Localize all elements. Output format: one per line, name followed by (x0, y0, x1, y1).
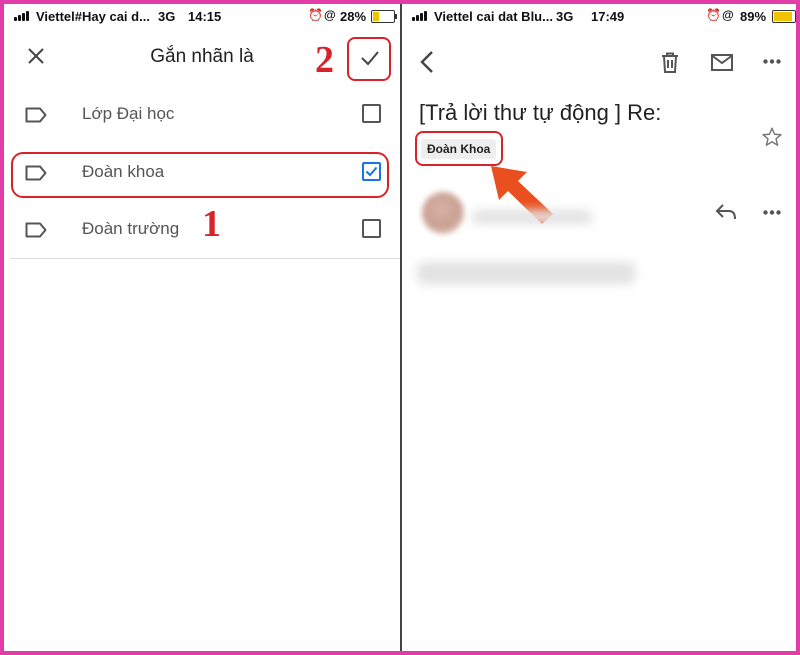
signal-icon (412, 10, 430, 21)
email-body-blurred (417, 262, 635, 284)
label-name: Đoàn khoa (82, 162, 165, 181)
star-icon[interactable] (761, 126, 783, 148)
tag-icon (25, 165, 47, 181)
tag-icon (25, 222, 47, 238)
checkbox-icon[interactable] (362, 104, 381, 123)
signal-icon (14, 10, 32, 21)
dialog-header: Gắn nhãn là 2 (4, 28, 400, 86)
clock: 14:15 (188, 9, 222, 24)
step-number-2: 2 (315, 39, 334, 81)
battery-fill (373, 12, 379, 21)
email-toolbar (402, 28, 796, 88)
alarm-icon: ⏰ (308, 8, 323, 22)
clock: 17:49 (591, 9, 625, 24)
checkbox-icon[interactable] (362, 162, 381, 181)
orientation-lock-icon: @ (722, 8, 734, 22)
label-picker-screen: Viettel#Hay cai d... 3G 14:15 ⏰ @ 28% Gắ… (4, 4, 400, 651)
avatar[interactable] (422, 192, 464, 234)
tutorial-frame: Viettel#Hay cai d... 3G 14:15 ⏰ @ 28% Gắ… (0, 0, 800, 655)
trash-icon[interactable] (661, 52, 679, 73)
email-view-screen: Viettel cai dat Blu... 3G 17:49 ⏰ @ 89% … (402, 4, 796, 651)
mail-icon[interactable] (711, 54, 733, 71)
tag-icon (25, 107, 47, 123)
carrier-name: Viettel#Hay cai d... (36, 9, 150, 24)
reply-icon[interactable] (715, 203, 737, 221)
back-icon[interactable] (420, 50, 434, 74)
label-row-doan-khoa[interactable]: Đoàn khoa (4, 145, 400, 201)
network-type: 3G (556, 9, 574, 24)
check-icon[interactable] (360, 49, 380, 67)
checkbox-icon[interactable] (362, 219, 381, 238)
network-type: 3G (158, 9, 176, 24)
status-bar: Viettel#Hay cai d... 3G 14:15 ⏰ @ 28% (4, 4, 400, 28)
alarm-icon: ⏰ (706, 8, 721, 22)
carrier-name: Viettel cai dat Blu... (434, 9, 553, 24)
label-row-lop-dai-hoc[interactable]: Lớp Đại học (4, 87, 400, 143)
label-row-doan-truong[interactable]: Đoàn trường (4, 202, 400, 258)
label-name: Đoàn trường (82, 219, 180, 238)
battery-percent: 28% (340, 9, 367, 24)
more-icon[interactable] (763, 210, 781, 215)
more-icon[interactable] (763, 59, 781, 64)
battery-icon (772, 10, 796, 23)
sender-name-blurred (472, 210, 592, 224)
orientation-lock-icon: @ (324, 8, 336, 22)
label-name: Lớp Đại học (82, 104, 175, 123)
battery-percent: 89% (740, 9, 767, 24)
battery-fill (774, 12, 792, 21)
label-chip[interactable]: Đoàn Khoa (421, 139, 497, 159)
battery-icon (371, 10, 397, 23)
email-subject: [Trả lời thư tự động ] Re: (419, 100, 662, 125)
page-title: Gắn nhãn là (150, 46, 254, 67)
status-bar: Viettel cai dat Blu... 3G 17:49 ⏰ @ 89% (402, 4, 796, 28)
list-divider (10, 258, 400, 259)
